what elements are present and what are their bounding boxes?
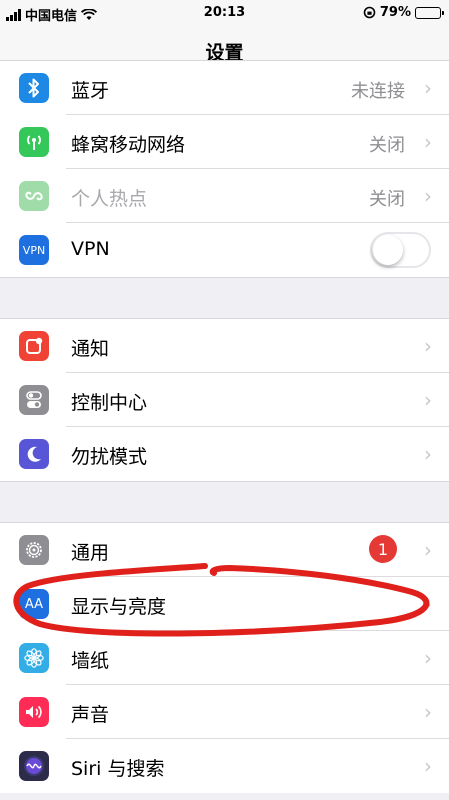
sound-row[interactable]: 声音 › bbox=[0, 685, 449, 739]
cellular-label: 蜂窝移动网络 bbox=[71, 134, 186, 156]
chevron-right-icon: › bbox=[424, 592, 432, 616]
siri-search-label: Siri 与搜索 bbox=[71, 758, 165, 780]
wallpaper-row[interactable]: 墙纸 › bbox=[0, 631, 449, 685]
rotation-lock-icon bbox=[363, 6, 376, 19]
status-right: 79% bbox=[363, 5, 444, 20]
control-center-row[interactable]: 控制中心 › bbox=[0, 373, 449, 427]
vpn-icon-text: VPN bbox=[22, 243, 46, 257]
chevron-right-icon: › bbox=[424, 646, 432, 670]
vpn-row: VPN VPN bbox=[0, 223, 449, 277]
chevron-right-icon: › bbox=[424, 76, 432, 100]
wallpaper-icon bbox=[19, 643, 49, 673]
update-badge: 1 bbox=[369, 535, 397, 563]
chevron-right-icon: › bbox=[424, 130, 432, 154]
cellular-row[interactable]: 蜂窝移动网络 关闭 › bbox=[0, 115, 449, 169]
cellular-value: 关闭 bbox=[369, 135, 405, 156]
chevron-right-icon: › bbox=[424, 184, 432, 208]
hotspot-label: 个人热点 bbox=[71, 188, 148, 210]
chevron-right-icon: › bbox=[424, 754, 432, 778]
wallpaper-label: 墙纸 bbox=[71, 650, 110, 672]
bluetooth-icon bbox=[19, 73, 49, 103]
bluetooth-value: 未连接 bbox=[351, 81, 405, 102]
notifications-icon bbox=[19, 331, 49, 361]
battery-percent: 79% bbox=[379, 5, 411, 20]
cellular-icon bbox=[19, 127, 49, 157]
hotspot-row[interactable]: 个人热点 关闭 › bbox=[0, 169, 449, 223]
battery-icon bbox=[415, 6, 444, 19]
bluetooth-label: 蓝牙 bbox=[71, 80, 110, 102]
do-not-disturb-row[interactable]: 勿扰模式 › bbox=[0, 427, 449, 481]
chevron-right-icon: › bbox=[424, 538, 432, 562]
chevron-right-icon: › bbox=[424, 388, 432, 412]
notifications-row[interactable]: 通知 › bbox=[0, 319, 449, 373]
chevron-right-icon: › bbox=[424, 442, 432, 466]
hotspot-icon bbox=[19, 181, 49, 211]
sound-label: 声音 bbox=[71, 704, 110, 726]
control-center-label: 控制中心 bbox=[71, 392, 148, 414]
moon-icon bbox=[19, 439, 49, 469]
display-brightness-label: 显示与亮度 bbox=[71, 596, 167, 618]
bluetooth-row[interactable]: 蓝牙 未连接 › bbox=[0, 61, 449, 115]
display-icon-text: AA bbox=[24, 596, 44, 612]
hotspot-value: 关闭 bbox=[369, 189, 405, 210]
chevron-right-icon: › bbox=[424, 334, 432, 358]
general-row[interactable]: 通用 1 › bbox=[0, 523, 449, 577]
do-not-disturb-label: 勿扰模式 bbox=[71, 446, 148, 468]
notifications-label: 通知 bbox=[71, 338, 110, 360]
control-center-icon bbox=[19, 385, 49, 415]
siri-icon bbox=[19, 751, 49, 781]
general-label: 通用 bbox=[71, 542, 110, 564]
vpn-toggle[interactable] bbox=[370, 232, 431, 268]
chevron-right-icon: › bbox=[424, 700, 432, 724]
notifications-group: 通知 › 控制中心 › 勿扰模式 › bbox=[0, 318, 449, 482]
sound-icon bbox=[19, 697, 49, 727]
status-bar: 中国电信 20:13 79% bbox=[0, 0, 449, 26]
vpn-icon: VPN bbox=[19, 235, 49, 265]
display-icon: AA bbox=[19, 589, 49, 619]
gear-icon bbox=[19, 535, 49, 565]
connectivity-group: 蓝牙 未连接 › 蜂窝移动网络 关闭 › 个人热点 关闭 › VPN VPN bbox=[0, 60, 449, 278]
display-brightness-row[interactable]: AA 显示与亮度 › bbox=[0, 577, 449, 631]
toggle-knob bbox=[373, 235, 403, 265]
general-group: 通用 1 › AA 显示与亮度 › 墙纸 › 声音 › Siri 与搜索 › bbox=[0, 522, 449, 793]
siri-search-row[interactable]: Siri 与搜索 › bbox=[0, 739, 449, 793]
vpn-label: VPN bbox=[71, 238, 110, 260]
